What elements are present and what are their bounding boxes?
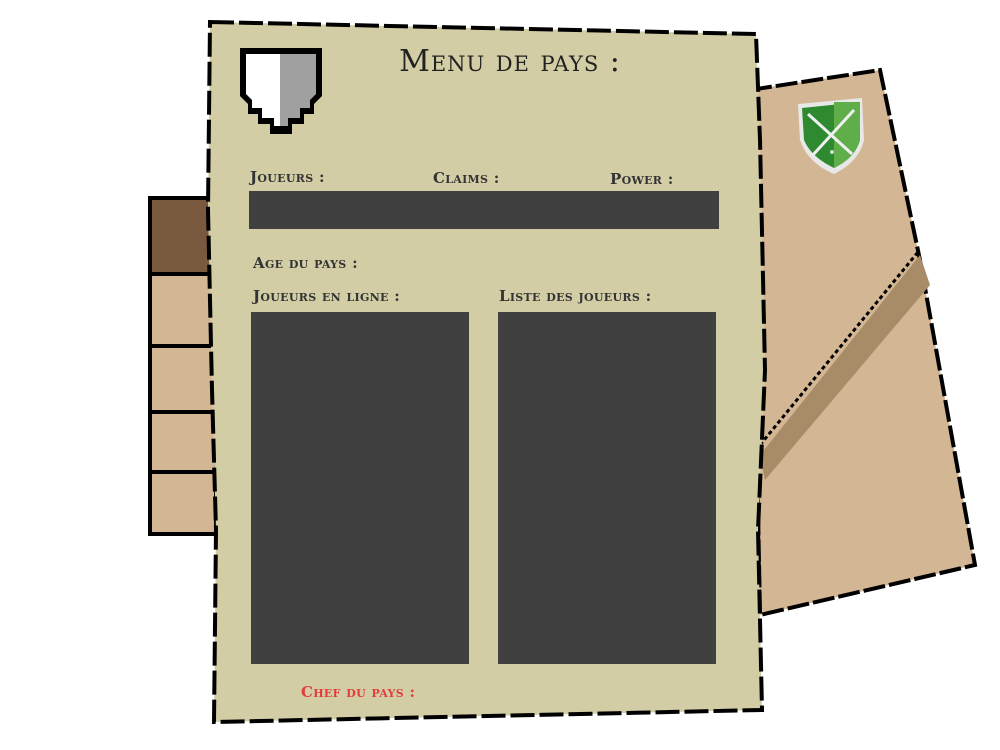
online-players-label: Joueurs en ligne : xyxy=(253,287,401,305)
players-list-label: Liste des joueurs : xyxy=(499,287,652,305)
shield-icon[interactable] xyxy=(238,46,324,138)
power-label: Power : xyxy=(610,170,674,188)
players-label: Joueurs : xyxy=(250,168,325,186)
crossed-swords-shield-icon xyxy=(798,98,864,174)
chief-label: Chef du pays : xyxy=(301,683,416,701)
age-label: Age du pays : xyxy=(253,254,358,272)
online-players-list[interactable] xyxy=(251,312,469,664)
players-list[interactable] xyxy=(498,312,716,664)
stats-bar xyxy=(249,191,719,229)
claims-label: Claims : xyxy=(433,169,500,187)
page-title: Menu de pays : xyxy=(399,44,621,79)
